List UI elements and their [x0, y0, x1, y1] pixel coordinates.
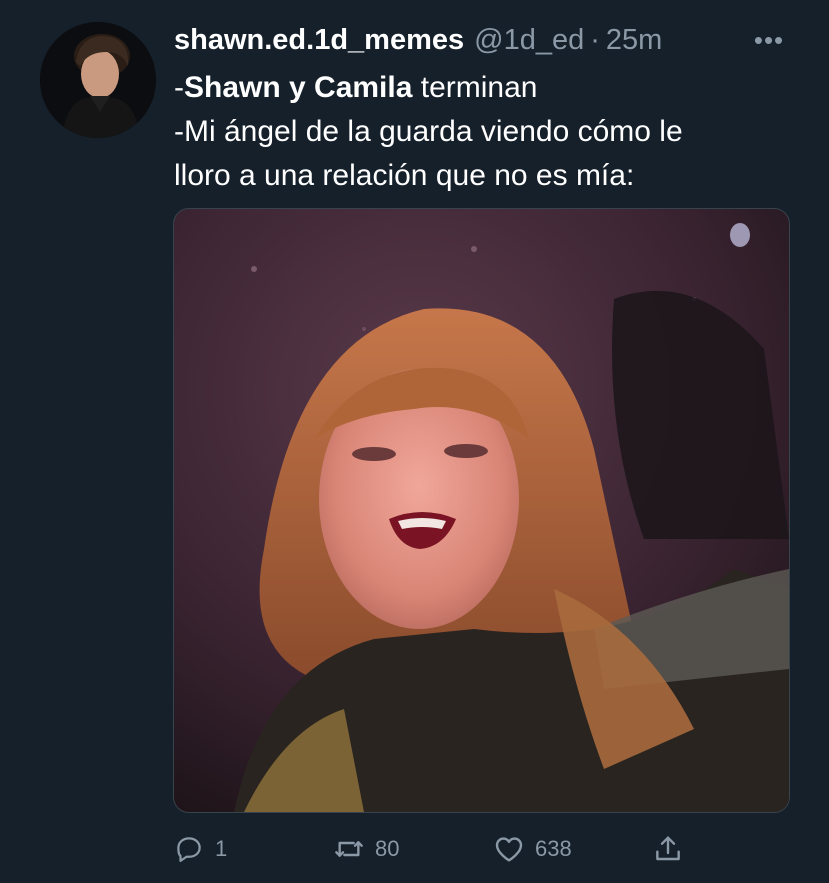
more-icon[interactable]: ••• [751, 25, 787, 55]
line1-rest: terminan [412, 71, 538, 104]
tweet-text-line-3: lloro a una relación que no es mía: [174, 159, 635, 192]
retweet-icon [333, 833, 365, 865]
like-count: 638 [535, 836, 572, 861]
user-handle[interactable]: @1d_ed [474, 24, 584, 57]
tweet-header: shawn.ed.1d_memes @1d_ed · 25m ••• [174, 20, 809, 60]
media-photo [174, 209, 789, 812]
avatar[interactable] [40, 22, 156, 138]
share-icon [652, 833, 684, 865]
tweet-timestamp[interactable]: 25m [606, 24, 662, 57]
tweet-text-line-2: -Mi ángel de la guarda viendo cómo le [174, 115, 683, 148]
reply-icon [173, 833, 205, 865]
share-button[interactable] [652, 826, 684, 872]
reply-button[interactable]: 1 [173, 826, 227, 872]
like-button[interactable]: 638 [493, 826, 572, 872]
retweet-count: 80 [375, 836, 400, 861]
line1-prefix: - [174, 71, 184, 104]
retweet-button[interactable]: 80 [333, 826, 399, 872]
tweet-text: -Shawn y Camila terminan -Mi ángel de la… [174, 66, 794, 198]
display-name[interactable]: shawn.ed.1d_memes [174, 24, 464, 57]
heart-icon [493, 833, 525, 865]
tweet-card[interactable]: shawn.ed.1d_memes @1d_ed · 25m ••• -Shaw… [0, 0, 829, 883]
tweet-media-image[interactable] [173, 208, 790, 813]
avatar-photo [40, 22, 156, 138]
action-bar: 1 80 638 [0, 826, 829, 872]
tweet-text-line-1: -Shawn y Camila terminan [174, 66, 794, 110]
reply-count: 1 [215, 836, 228, 861]
line1-bold: Shawn y Camila [184, 71, 413, 104]
separator-dot: · [590, 23, 600, 56]
